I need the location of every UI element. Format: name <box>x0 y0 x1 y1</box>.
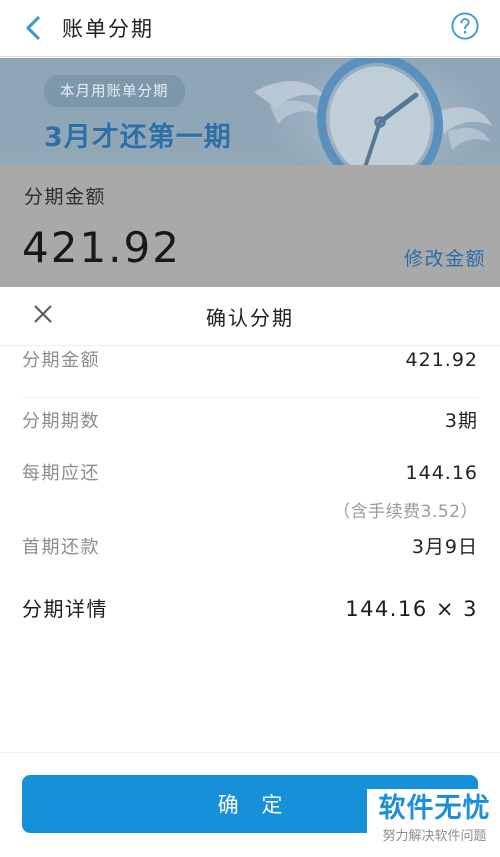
back-button[interactable] <box>18 11 48 45</box>
detail-row-first-repayment: 首期还款 3月9日 <box>22 532 478 585</box>
confirm-installment-sheet: 确认分期 分期金额 421.92 分期期数 3期 每期应还 144.16 （含手… <box>0 287 500 857</box>
detail-row-per-period: 每期应还 144.16 <box>22 459 478 501</box>
amount-label: 分期金额 <box>24 186 107 208</box>
detail-row-periods: 分期期数 3期 <box>22 406 478 459</box>
sheet-header: 确认分期 <box>0 287 500 346</box>
detail-row-plan-summary: 分期详情 144.16 × 3 <box>22 593 478 646</box>
chevron-left-icon <box>24 14 42 42</box>
detail-row-amount: 分期金额 421.92 <box>22 346 478 398</box>
close-button[interactable] <box>30 303 56 329</box>
close-icon <box>31 302 55 330</box>
confirm-button[interactable]: 确 定 <box>22 775 478 833</box>
detail-value: 421.92 <box>405 349 478 371</box>
detail-label: 首期还款 <box>22 537 100 558</box>
detail-value: 144.16 <box>405 462 478 484</box>
installment-amount-panel: 分期金额 421.92 修改金额 <box>0 165 500 287</box>
banner-text-block: 本月用账单分期 3月才还第一期 <box>44 75 232 154</box>
fee-note: （含手续费3.52） <box>333 502 478 522</box>
sheet-footer: 确 定 <box>0 752 500 857</box>
detail-label: 每期应还 <box>22 463 100 484</box>
detail-value: 3月9日 <box>411 536 478 558</box>
detail-label: 分期期数 <box>22 411 100 432</box>
amount-value: 421.92 <box>22 223 181 272</box>
help-button[interactable] <box>448 11 482 45</box>
detail-value: 144.16 × 3 <box>345 597 478 621</box>
page-title: 账单分期 <box>62 17 154 41</box>
help-circle-icon <box>450 11 480 45</box>
sheet-body: 分期金额 421.92 分期期数 3期 每期应还 144.16 （含手续费3.5… <box>0 346 500 752</box>
phone-screen: 账单分期 本月用账单分期 3月才还第一期 分期金额 421.92 修改金额 确认… <box>0 0 500 857</box>
clock-illustration-icon <box>240 58 500 165</box>
banner-badge: 本月用账单分期 <box>44 75 185 107</box>
promo-banner: 本月用账单分期 3月才还第一期 <box>0 58 500 165</box>
navbar: 账单分期 <box>0 0 500 57</box>
detail-value: 3期 <box>444 410 478 432</box>
edit-amount-link[interactable]: 修改金额 <box>404 244 486 271</box>
banner-headline: 3月才还第一期 <box>44 122 232 153</box>
detail-label: 分期金额 <box>22 350 100 371</box>
detail-label: 分期详情 <box>22 597 108 621</box>
sheet-title: 确认分期 <box>206 305 294 330</box>
